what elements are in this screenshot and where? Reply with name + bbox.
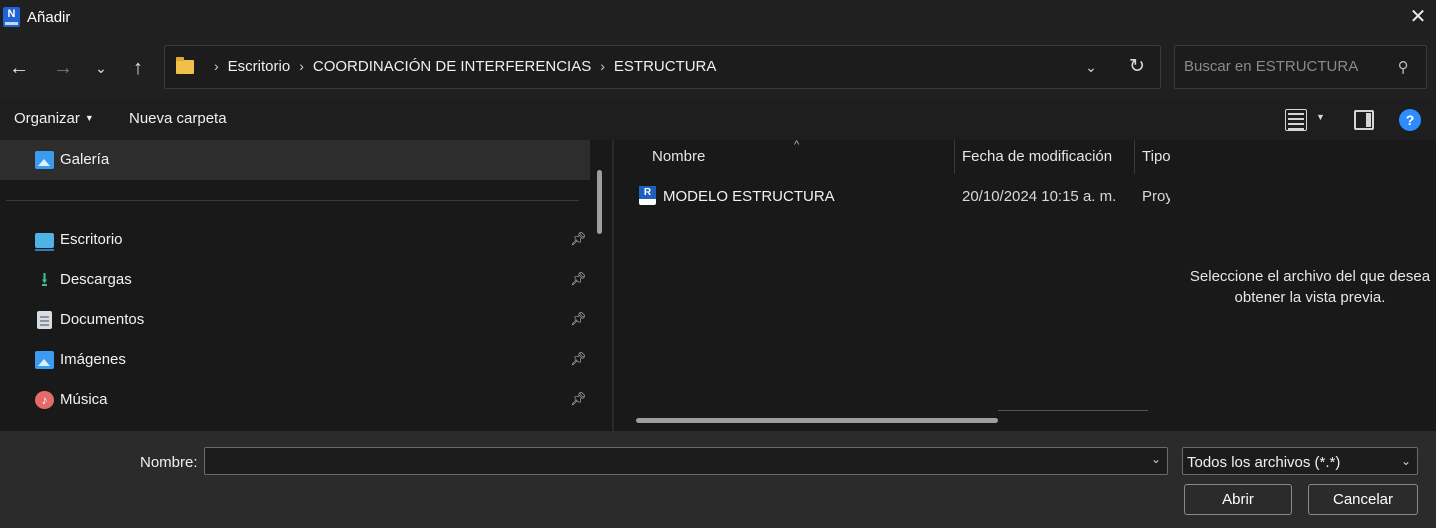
window-title: Añadir	[27, 9, 71, 26]
help-icon[interactable]: ?	[1399, 109, 1421, 131]
breadcrumb-separator-icon[interactable]: ›	[299, 58, 304, 74]
breadcrumb-separator-icon[interactable]: ›	[600, 58, 605, 74]
sidebar-item-documents[interactable]: Documentos 📌︎	[0, 300, 590, 340]
column-header-date[interactable]: Fecha de modificación	[962, 148, 1112, 165]
organize-button[interactable]: Organizar ▼	[14, 110, 94, 127]
dialog-footer: Nombre: ⌄ Todos los archivos (*.*) ⌄ Abr…	[0, 431, 1436, 528]
command-toolbar: Organizar ▼ Nueva carpeta ▼ ?	[0, 100, 1436, 140]
pin-icon[interactable]: 📌︎	[570, 271, 587, 287]
cancel-button[interactable]: Cancelar	[1308, 484, 1418, 515]
file-list: ^ Nombre Fecha de modificación Tipo MODE…	[614, 140, 1170, 431]
sidebar-item-label: Música	[60, 391, 108, 408]
title-bar: N Añadir ✕	[0, 0, 1436, 36]
preview-message: Seleccione el archivo del que desea obte…	[1189, 268, 1431, 306]
app-icon-letter: N	[7, 8, 16, 20]
forward-arrow-icon[interactable]: →	[49, 54, 77, 82]
folder-icon	[176, 57, 194, 74]
preview-pane-toggle-icon[interactable]	[1354, 110, 1374, 130]
horizontal-scroll-track	[998, 410, 1148, 411]
file-name: MODELO ESTRUCTURA	[663, 188, 835, 205]
sidebar-item-downloads[interactable]: ⭳ Descargas 📌︎	[0, 260, 590, 300]
sort-ascending-icon: ^	[794, 140, 800, 151]
sidebar-item-music[interactable]: ♪ Música 📌︎	[0, 380, 590, 420]
search-icon[interactable]: ⚲	[1393, 58, 1413, 78]
file-name-label: Nombre:	[140, 454, 198, 471]
navigation-bar: ← → ⌄ ↑ › Escritorio › COORDINACIÓN DE INTE…	[0, 36, 1436, 100]
recent-locations-chevron-icon[interactable]: ⌄	[87, 54, 115, 82]
preview-pane: Seleccione el archivo del que desea obte…	[1170, 140, 1436, 431]
sidebar-scrollbar[interactable]	[597, 170, 602, 234]
file-type-filter-value: Todos los archivos (*.*)	[1187, 454, 1341, 471]
address-dropdown-chevron-icon[interactable]: ⌄	[1078, 54, 1104, 80]
pin-icon[interactable]: 📌︎	[570, 311, 587, 327]
horizontal-scrollbar[interactable]	[636, 418, 998, 423]
file-name-input[interactable]	[211, 453, 1131, 470]
navigation-pane: Galería Escritorio 📌︎ ⭳ Descargas 📌︎ Doc…	[0, 140, 612, 431]
file-type-filter-select[interactable]: Todos los archivos (*.*) ⌄	[1182, 447, 1418, 475]
back-arrow-icon[interactable]: ←	[5, 54, 33, 82]
file-name-field[interactable]: ⌄	[204, 447, 1168, 475]
images-icon	[35, 351, 54, 369]
app-icon: N	[3, 7, 20, 27]
organize-label: Organizar	[14, 110, 80, 127]
search-box[interactable]: ⚲	[1174, 45, 1427, 89]
search-input[interactable]	[1184, 58, 1384, 75]
sidebar-divider	[6, 200, 579, 201]
address-bar[interactable]: › Escritorio › COORDINACIÓN DE INTERFERENCI…	[164, 45, 1161, 89]
open-button[interactable]: Abrir	[1184, 484, 1292, 515]
sidebar-item-label: Escritorio	[60, 231, 123, 248]
new-folder-button[interactable]: Nueva carpeta	[129, 110, 227, 127]
breadcrumb-separator-icon: ›	[214, 58, 219, 74]
file-type: Proy	[1142, 188, 1170, 205]
pin-icon[interactable]: 📌︎	[570, 351, 587, 367]
breadcrumb-item[interactable]: Escritorio	[228, 58, 291, 75]
file-date: 20/10/2024 10:15 a. m.	[962, 188, 1117, 205]
refresh-icon[interactable]: ↻	[1124, 54, 1150, 80]
up-arrow-icon[interactable]: ↑	[124, 54, 152, 82]
chevron-down-icon: ⌄	[1401, 454, 1412, 468]
gallery-icon	[35, 151, 54, 169]
pin-icon[interactable]: 📌︎	[570, 391, 587, 407]
sidebar-item-gallery[interactable]: Galería	[0, 140, 590, 180]
pin-icon[interactable]: 📌︎	[570, 231, 587, 247]
documents-icon	[37, 311, 52, 329]
breadcrumb-item[interactable]: ESTRUCTURA	[614, 58, 717, 75]
sidebar-item-label: Imágenes	[60, 351, 126, 368]
column-header-name[interactable]: Nombre	[652, 148, 705, 165]
music-icon: ♪	[35, 391, 54, 409]
download-icon: ⭳	[41, 269, 48, 291]
revit-file-icon	[639, 186, 656, 205]
breadcrumb-item[interactable]: COORDINACIÓN DE INTERFERENCIAS	[313, 58, 591, 75]
file-row[interactable]: MODELO ESTRUCTURA 20/10/2024 10:15 a. m.…	[634, 184, 1170, 210]
desktop-icon	[35, 233, 54, 251]
sidebar-item-label: Galería	[60, 151, 110, 168]
chevron-down-icon[interactable]: ⌄	[1151, 452, 1161, 466]
sidebar-item-images[interactable]: Imágenes 📌︎	[0, 340, 590, 380]
sidebar-item-label: Documentos	[60, 311, 145, 328]
close-icon[interactable]: ✕	[1404, 3, 1432, 31]
details-view-lines-icon	[1286, 110, 1306, 130]
caret-down-icon: ▼	[84, 113, 94, 123]
sidebar-item-label: Descargas	[60, 271, 132, 288]
column-separator[interactable]	[1134, 140, 1135, 174]
column-separator[interactable]	[954, 140, 955, 174]
breadcrumb: › Escritorio › COORDINACIÓN DE INTERFERENCI…	[205, 58, 716, 75]
view-options-caret-icon[interactable]: ▼	[1316, 112, 1325, 122]
sidebar-item-desktop[interactable]: Escritorio 📌︎	[0, 220, 590, 260]
column-header-type[interactable]: Tipo	[1142, 148, 1170, 165]
